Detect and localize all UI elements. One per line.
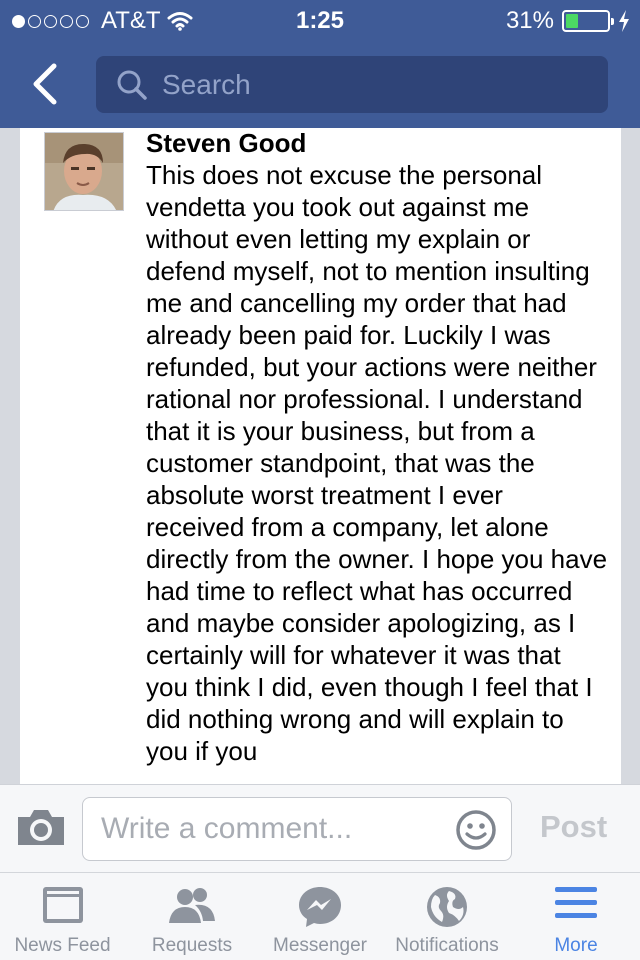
chevron-left-icon[interactable] xyxy=(26,62,66,106)
comment-placeholder: Write a comment... xyxy=(101,812,353,845)
search-field[interactable]: Search xyxy=(96,56,608,113)
navigation-bar: Search xyxy=(0,40,640,128)
avatar[interactable] xyxy=(44,132,124,211)
comment-composer: Write a comment... Post xyxy=(0,784,640,872)
tab-requests[interactable]: Requests xyxy=(128,873,256,960)
comment-author[interactable]: Steven Good xyxy=(146,128,306,158)
requests-icon xyxy=(169,888,215,923)
charging-bolt-icon xyxy=(619,10,629,32)
messenger-icon xyxy=(299,887,341,927)
battery-status: 31% xyxy=(506,7,630,35)
news-feed-icon xyxy=(42,887,83,923)
tab-notifications[interactable]: Notifications xyxy=(384,873,510,960)
camera-icon[interactable] xyxy=(16,807,66,847)
tab-label: Notifications xyxy=(395,935,499,956)
tab-label: News Feed xyxy=(14,935,111,956)
search-icon xyxy=(117,70,147,100)
tab-label: Messenger xyxy=(273,935,367,956)
profile-photo xyxy=(45,133,123,210)
post-button[interactable]: Post xyxy=(540,809,607,845)
tab-messenger[interactable]: Messenger xyxy=(256,873,384,960)
status-bar: AT&T 1:25 31% xyxy=(0,0,640,40)
top-bar: AT&T 1:25 31% Search xyxy=(0,0,640,128)
tab-bar: News Feed Requests Messenger Notificatio… xyxy=(0,872,640,960)
tab-label: More xyxy=(554,935,598,956)
comment-card: Steven Good This does not excuse the per… xyxy=(20,128,621,784)
battery-percent: 31% xyxy=(505,7,554,34)
menu-icon xyxy=(555,887,597,918)
tab-news-feed[interactable]: News Feed xyxy=(0,873,125,960)
comment-text: This does not excuse the personal vendet… xyxy=(146,160,608,766)
comment-input[interactable]: Write a comment... xyxy=(82,797,512,861)
battery-icon xyxy=(562,10,614,32)
globe-icon xyxy=(427,887,467,927)
tab-label: Requests xyxy=(151,935,233,956)
search-placeholder: Search xyxy=(162,69,251,100)
tab-more[interactable]: More xyxy=(512,873,640,960)
emoji-icon[interactable] xyxy=(455,809,497,851)
